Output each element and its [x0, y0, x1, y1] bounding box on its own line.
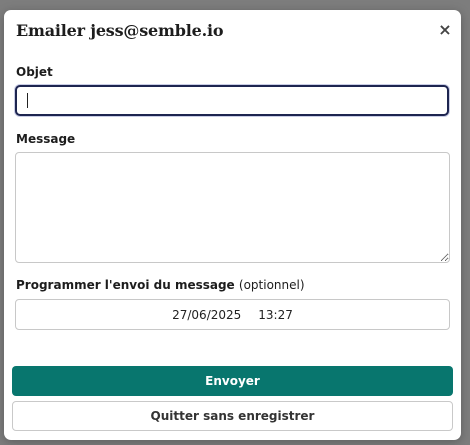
schedule-label-text: Programmer l'envoi du message [16, 278, 235, 292]
subject-label: Objet [16, 65, 53, 79]
schedule-date[interactable]: 27/06/2025 [172, 308, 241, 322]
subject-input[interactable] [15, 85, 449, 116]
send-button[interactable]: Envoyer [12, 366, 453, 396]
quit-without-saving-button[interactable]: Quitter sans enregistrer [12, 401, 453, 431]
modal-title: Emailer jess@semble.io [16, 21, 224, 40]
schedule-time[interactable]: 13:27 [258, 308, 293, 322]
email-modal: Emailer jess@semble.io × Objet Message P… [4, 10, 461, 440]
message-label: Message [16, 132, 76, 146]
close-icon[interactable]: × [437, 22, 453, 38]
schedule-label: Programmer l'envoi du message (optionnel… [16, 278, 305, 292]
schedule-datetime-input[interactable]: 27/06/2025 13:27 [15, 299, 450, 330]
message-textarea[interactable] [15, 152, 450, 263]
text-caret [27, 93, 28, 108]
optional-label: (optionnel) [238, 278, 305, 292]
